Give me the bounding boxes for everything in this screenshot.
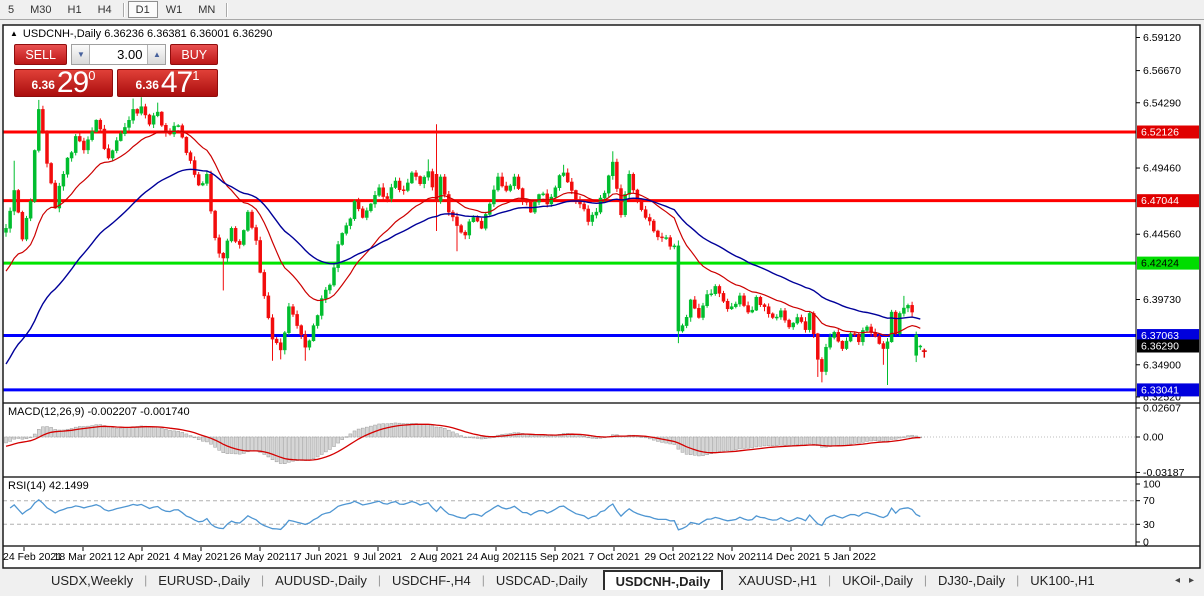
volume-input[interactable]: 3.00	[90, 45, 147, 64]
time-label: 9 Jul 2021	[354, 551, 403, 563]
sell-button[interactable]: SELL	[14, 44, 68, 65]
rsi-tick-label: 70	[1143, 495, 1155, 507]
chart-header: ▲ USDCNH-,Daily 6.36236 6.36381 6.36001 6…	[10, 28, 272, 40]
price-badge-6.36290: 6.36290	[1141, 341, 1179, 353]
time-label: 17 Jun 2021	[290, 551, 348, 563]
time-label: 24 Aug 2021	[467, 551, 526, 563]
chart-title-ohlc: USDCNH-,Daily 6.36236 6.36381 6.36001 6.…	[22, 28, 273, 40]
time-label: 4 May 2021	[174, 551, 229, 563]
time-label: 15 Sep 2021	[525, 551, 585, 563]
tab-scroll-arrows: ◂ ▸	[1175, 575, 1194, 586]
ask-price-prefix: 6.36	[135, 78, 159, 92]
bid-price-sup: 0	[88, 68, 96, 83]
price-badge-6.47044: 6.47044	[1141, 195, 1179, 207]
chart-tab-usdcad-daily[interactable]: USDCAD-,Daily	[485, 573, 599, 588]
timeframe-button-w1[interactable]: W1	[158, 1, 191, 18]
tab-scroll-right-icon[interactable]: ▸	[1189, 575, 1194, 586]
price-tick-label: 6.54290	[1143, 97, 1181, 109]
macd-tick-label: 0.02607	[1143, 403, 1181, 415]
ask-price-sup: 1	[192, 68, 200, 83]
volume-stepper: ▼ 3.00 ▲	[71, 44, 167, 65]
macd-label: MACD(12,26,9) -0.002207 -0.001740	[8, 406, 190, 418]
time-label: 7 Oct 2021	[588, 551, 640, 563]
chart-window-bg	[3, 25, 1200, 568]
timeframe-button-5[interactable]: 5	[0, 1, 22, 18]
bid-price-box[interactable]: 6.36 29 0	[14, 66, 113, 99]
one-click-trading-panel: SELL ▼ 3.00 ▲ BUY 6.36 29 0 6.36 47 1	[14, 44, 218, 99]
time-label: 26 May 2021	[230, 551, 291, 563]
bid-price-big: 29	[56, 66, 89, 99]
timeframe-button-mn[interactable]: MN	[190, 1, 223, 18]
chart-tab-ukoil-daily[interactable]: UKOil-,Daily	[831, 573, 924, 588]
price-tick-label: 6.49460	[1143, 163, 1181, 175]
price-badge-6.33041: 6.33041	[1141, 384, 1179, 396]
price-tick-label: 6.59120	[1143, 32, 1181, 44]
price-tick-label: 6.56670	[1143, 65, 1181, 77]
time-label: 29 Oct 2021	[644, 551, 701, 563]
ask-price-big: 47	[160, 66, 193, 99]
time-label: 14 Dec 2021	[761, 551, 821, 563]
chevron-down-icon: ▼	[76, 50, 85, 59]
price-tick-label: 6.39730	[1143, 294, 1181, 306]
timeframe-toolbar: 5 M30 H1 H4 D1 W1 MN	[0, 0, 1204, 20]
chart-tab-eurusd-daily[interactable]: EURUSD-,Daily	[147, 573, 261, 588]
chart-tab-dj30-daily[interactable]: DJ30-,Daily	[927, 573, 1016, 588]
rsi-tick-label: 0	[1143, 537, 1149, 549]
price-tick-label: 6.44560	[1143, 229, 1181, 241]
chart-tab-uk100-h1[interactable]: UK100-,H1	[1019, 573, 1105, 588]
time-label: 2 Aug 2021	[410, 551, 463, 563]
one-click-collapse-icon[interactable]: ▲	[10, 29, 18, 38]
tab-scroll-left-icon[interactable]: ◂	[1175, 575, 1180, 586]
chevron-up-icon: ▲	[153, 50, 161, 59]
chart-tab-usdx-weekly[interactable]: USDX,Weekly	[40, 573, 144, 588]
buy-button[interactable]: BUY	[170, 44, 218, 65]
time-label: 22 Nov 2021	[702, 551, 762, 563]
timeframe-button-h1[interactable]: H1	[60, 1, 90, 18]
rsi-tick-label: 100	[1143, 479, 1161, 491]
rsi-label: RSI(14) 42.1499	[8, 480, 89, 492]
ask-price-box[interactable]: 6.36 47 1	[117, 66, 218, 99]
time-label: 18 Mar 2021	[54, 551, 113, 563]
price-badge-6.52126: 6.52126	[1141, 127, 1179, 139]
timeframe-button-m30[interactable]: M30	[22, 1, 59, 18]
rsi-tick-label: 30	[1143, 519, 1155, 531]
time-label: 5 Jan 2022	[824, 551, 876, 563]
macd-tick-label: 0.00	[1143, 432, 1164, 444]
macd-tick-label: -0.03187	[1143, 467, 1185, 479]
chart-tab-usdcnh-daily[interactable]: USDCNH-,Daily	[602, 570, 724, 590]
chart-tab-usdchf-h4[interactable]: USDCHF-,H4	[381, 573, 482, 588]
volume-decrease-button[interactable]: ▼	[72, 45, 91, 64]
time-label: 12 Apr 2021	[114, 551, 171, 563]
chart-tab-xauusd-h1[interactable]: XAUUSD-,H1	[727, 573, 828, 588]
chart-tab-audusd-daily[interactable]: AUDUSD-,Daily	[264, 573, 378, 588]
toolbar-separator	[122, 2, 125, 17]
chart-tab-bar: USDX,Weekly | EURUSD-,Daily | AUDUSD-,Daily |…	[0, 570, 1204, 590]
timeframe-button-d1[interactable]: D1	[127, 1, 158, 18]
toolbar-separator	[226, 2, 229, 17]
price-badge-6.42424: 6.42424	[1141, 258, 1179, 270]
volume-increase-button[interactable]: ▲	[147, 45, 166, 64]
timeframe-button-h4[interactable]: H4	[90, 1, 120, 18]
price-tick-label: 6.34900	[1143, 359, 1181, 371]
bid-price-prefix: 6.36	[31, 78, 55, 92]
